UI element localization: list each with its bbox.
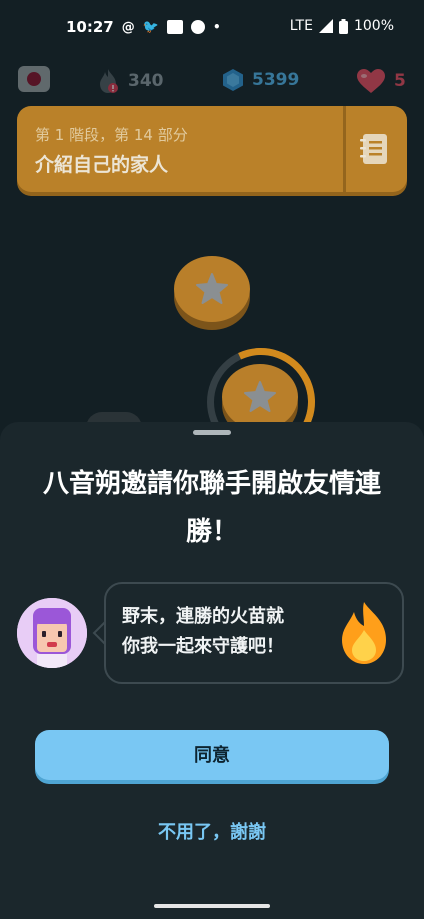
star-icon (244, 381, 276, 412)
gems-counter[interactable]: 5399 (222, 68, 299, 92)
lesson-node-current[interactable] (222, 364, 298, 430)
star-icon (196, 273, 228, 304)
unit-header-card[interactable]: 第 1 階段，第 14 部分 介紹自己的家人 (17, 106, 407, 192)
gem-icon (223, 69, 243, 91)
unit-divider (343, 106, 346, 192)
dot-icon: • (212, 20, 221, 34)
heart-count: 5 (394, 71, 406, 91)
app-icon (166, 20, 183, 34)
friend-streak-invite-sheet: 八音朔邀請你聯手開啟友情連勝！ 野末，連勝的火苗就 你我一起來守護吧！ 同意 不… (0, 422, 424, 919)
gem-count: 5399 (252, 70, 300, 90)
guidebook-button[interactable] (359, 132, 389, 166)
message-line-1: 野末，連勝的火苗就 (122, 606, 284, 627)
friend-avatar (17, 598, 87, 668)
network-label: LTE (289, 18, 313, 34)
streak-fire-icon (100, 69, 118, 93)
battery-label: 100% (353, 18, 394, 34)
status-time: 10:27 (66, 18, 114, 36)
speech-bubble: 野末，連勝的火苗就 你我一起來守護吧！ (104, 582, 404, 684)
language-flag-button[interactable] (18, 66, 50, 92)
threads-icon: @ (121, 19, 135, 35)
avatar-character-icon (17, 598, 87, 668)
streak-count: 340 (128, 71, 164, 91)
agree-button[interactable]: 同意 (35, 730, 389, 780)
app-icon-2 (190, 20, 205, 34)
heart-icon (357, 69, 385, 93)
status-left: 10:27 @ 🐦 • (66, 18, 221, 36)
unit-subtitle: 第 1 階段，第 14 部分 (35, 126, 188, 144)
top-stats-bar: 340 5399 5 (0, 60, 424, 100)
sheet-title: 八音朔邀請你聯手開啟友情連勝！ (42, 469, 381, 547)
streak-counter[interactable]: 340 (96, 68, 164, 94)
status-right: LTE 100% (290, 18, 394, 34)
status-bar: 10:27 @ 🐦 • LTE 100% (0, 0, 424, 56)
signal-icon (318, 19, 333, 33)
bubble-message: 野末，連勝的火苗就 你我一起來守護吧！ (122, 602, 322, 662)
home-indicator[interactable] (154, 904, 270, 908)
message-line-2: 你我一起來守護吧！ (122, 636, 284, 657)
fire-icon (342, 602, 386, 664)
twitter-icon: 🐦 (142, 19, 159, 35)
guidebook-icon (360, 134, 387, 164)
decline-button[interactable]: 不用了，謝謝 (0, 818, 424, 844)
battery-icon (338, 18, 348, 34)
lesson-node-completed[interactable] (174, 256, 250, 322)
hearts-counter[interactable]: 5 (356, 68, 406, 94)
sheet-grabber[interactable] (193, 430, 231, 435)
unit-title: 介紹自己的家人 (35, 154, 169, 176)
